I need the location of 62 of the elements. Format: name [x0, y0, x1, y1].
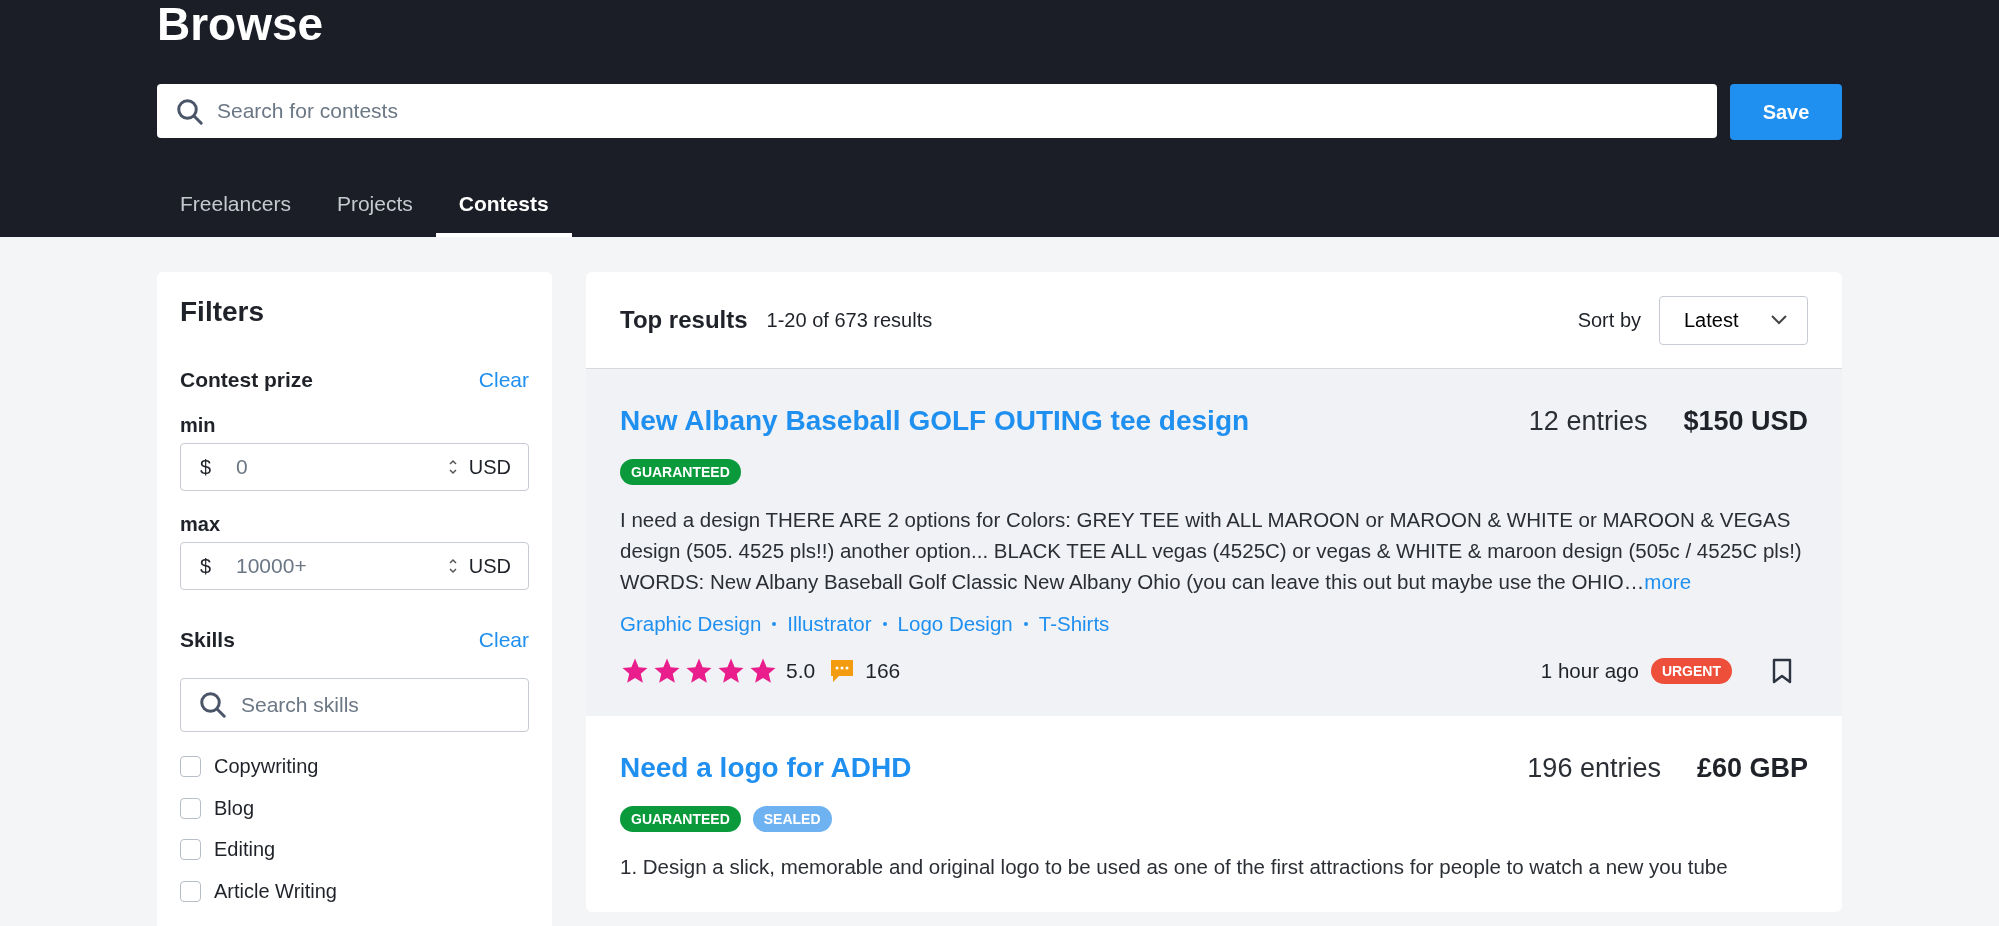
entries-count: 196 entries	[1527, 753, 1661, 784]
currency-symbol: $	[200, 455, 212, 479]
prize-amount: £60 GBP	[1696, 753, 1808, 784]
tab[interactable]: Projects	[313, 175, 436, 237]
skills-search-field[interactable]: Search skills	[180, 678, 529, 732]
field-label: max	[180, 513, 222, 536]
entries-count: 12 entries	[1528, 406, 1648, 437]
contest-card[interactable]	[586, 369, 1842, 716]
checkbox[interactable]	[180, 880, 201, 902]
sort-label: Sort by	[1577, 308, 1641, 332]
separator-dot	[882, 622, 887, 626]
spinner-icon[interactable]	[447, 457, 459, 477]
currency-symbol: $	[200, 554, 212, 578]
sort-dropdown[interactable]: Latest	[1659, 295, 1808, 345]
section-title: Contest prize	[180, 368, 313, 392]
rating-value: 5.0	[786, 659, 816, 683]
currency-code: USD	[468, 554, 511, 578]
checkbox[interactable]	[180, 797, 201, 819]
status-badge: GUARANTEED	[620, 459, 741, 485]
search-icon	[175, 97, 205, 127]
bookmark-icon[interactable]	[1772, 658, 1792, 684]
contest-description: I need a design THERE ARE 2 options for Colors: GREY TEE with ALL MAROON or MAROON & WHITE or MAROON & VEGAS design (505. 4525 pls!!) another option... BLACK TEE ALL vegas (4525C) or vegas & WHITE & maroon design (505c / 4525C pls!) WORDS: New Albany Baseball Golf Classic New Albany Ohio (you can leave this out but maybe use the OHIO…more	[620, 507, 1803, 595]
tab[interactable]: Freelancers	[157, 175, 314, 237]
skill-tag-link[interactable]: Illustrator	[787, 612, 872, 636]
contest-title-link[interactable]: New Albany Baseball GOLF OUTING tee design	[620, 405, 1250, 437]
spinner-icon[interactable]	[447, 556, 459, 576]
currency-code: USD	[468, 455, 511, 479]
status-badge: URGENT	[1650, 658, 1732, 684]
clear-link[interactable]: Clear	[478, 628, 529, 652]
checkbox-label: Editing	[214, 838, 276, 862]
separator-dot	[1023, 622, 1028, 626]
checkbox-label: Article Writing	[214, 879, 337, 903]
posted-time: 1 hour ago	[1540, 659, 1639, 683]
contest-card[interactable]: Need a logo for ADHD 196 entries £60 GBP GUARANTEED SEALED 1. Design a slick, memorable and original logo to be used as one of the first attractions for people to watch a new you tube	[586, 716, 1842, 912]
more-link[interactable]: more	[1644, 570, 1692, 593]
status-badge: GUARANTEED	[620, 806, 741, 832]
filters-title: Filters	[180, 296, 266, 328]
chevron-down-icon	[1771, 315, 1787, 325]
comment-count: 166	[865, 659, 901, 683]
checkbox-label: Copywriting	[214, 755, 319, 779]
section-title: Skills	[180, 628, 235, 652]
skill-tag-link[interactable]: T-Shirts	[1038, 612, 1110, 636]
separator-dot	[772, 622, 777, 626]
save-button[interactable]: Save	[1730, 84, 1842, 140]
clear-link[interactable]: Clear	[478, 368, 529, 392]
checkbox[interactable]	[180, 756, 201, 778]
results-title: Top results	[620, 306, 748, 334]
search-field[interactable]: Search for contests	[157, 84, 1717, 138]
page-title: Browse	[157, 0, 325, 47]
contest-description: 1. Design a slick, memorable and original logo to be used as one of the first attractions for people to watch a new you tube	[620, 854, 1729, 880]
search-icon	[198, 690, 228, 720]
checkbox[interactable]	[180, 839, 201, 861]
skill-tag-link[interactable]: Logo Design	[897, 612, 1013, 636]
tab[interactable]: Contests	[435, 175, 572, 237]
contest-title-link[interactable]: Need a logo for ADHD	[620, 752, 912, 784]
results-count: 1-20 of 673 results	[766, 308, 933, 332]
comment-icon	[829, 658, 856, 684]
field-label: min	[180, 414, 217, 437]
skill-tag-link[interactable]: Graphic Design	[620, 612, 762, 636]
prize-amount: $150 USD	[1683, 406, 1808, 437]
status-badge: SEALED	[752, 806, 832, 832]
checkbox-label: Blog	[214, 796, 255, 820]
